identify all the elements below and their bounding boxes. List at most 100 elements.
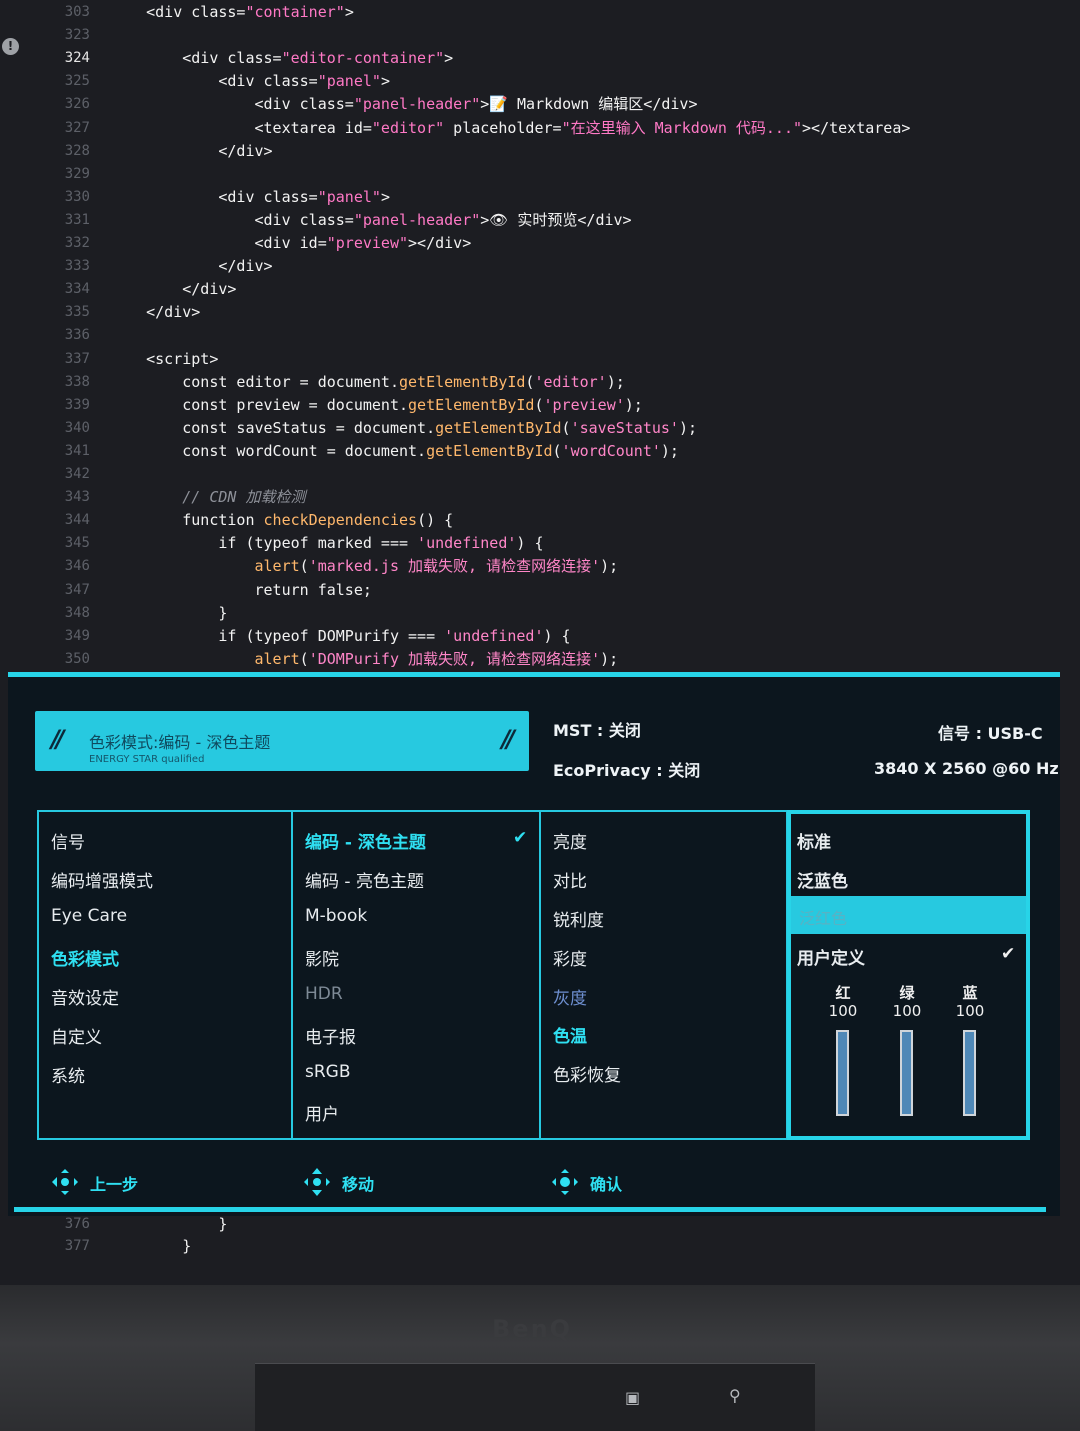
code-line[interactable]: 341 const wordCount = document.getElemen… — [0, 440, 1080, 463]
adjust-brightness[interactable]: 亮度 — [553, 828, 587, 858]
code-line[interactable]: 323 — [0, 24, 1080, 47]
line-number: 327 — [64, 119, 90, 136]
code-line[interactable]: 376 } — [0, 1213, 1080, 1236]
adjust-color-temp[interactable]: 色温 — [553, 1022, 587, 1052]
code-line[interactable]: 344 function checkDependencies() { — [0, 509, 1080, 532]
red-value: 100 — [828, 1002, 858, 1020]
red-label: 红 — [835, 984, 851, 1002]
code-line[interactable]: 346 alert('marked.js 加载失败, 请检查网络连接'); — [0, 555, 1080, 578]
line-number: 337 — [64, 350, 90, 367]
line-code: return false; — [110, 580, 372, 599]
temp-standard[interactable]: 标准 — [797, 828, 831, 858]
code-line[interactable]: 328 </div> — [0, 140, 1080, 163]
line-code: </div> — [110, 303, 201, 322]
temp-reddish: 泛红色 — [799, 909, 848, 928]
line-number: 377 — [64, 1238, 90, 1254]
code-line[interactable]: 330 <div class="panel"> — [0, 186, 1080, 209]
line-number: 339 — [64, 396, 90, 413]
line-number: 338 — [64, 373, 90, 390]
code-line[interactable]: 333 </div> — [0, 255, 1080, 278]
line-number: 325 — [64, 73, 90, 90]
slash-left-icon: // — [51, 725, 64, 753]
line-code: } — [110, 603, 228, 622]
menu-item-coding-enhance[interactable]: 编码增强模式 — [51, 867, 153, 897]
menu-item-signal[interactable]: 信号 — [51, 828, 85, 858]
display-mode-icon[interactable]: ▣ — [625, 1388, 640, 1407]
code-line[interactable]: 324 <div class="editor-container"> — [0, 47, 1080, 70]
code-line[interactable]: 347 return false; — [0, 579, 1080, 602]
line-code: alert('DOMPurify 加载失败, 请检查网络连接'); — [254, 649, 619, 668]
adjust-saturation[interactable]: 彩度 — [553, 945, 587, 975]
adjust-contrast[interactable]: 对比 — [553, 867, 587, 897]
adjust-color-reset[interactable]: 色彩恢复 — [553, 1061, 621, 1091]
line-code: alert('marked.js 加载失败, 请检查网络连接'); — [254, 557, 619, 576]
code-line[interactable]: 334 </div> — [0, 278, 1080, 301]
line-number: 329 — [64, 165, 90, 182]
checkmark-icon: ✔ — [513, 828, 528, 848]
joystick-icon[interactable]: ⚲ — [729, 1386, 741, 1405]
code-line[interactable]: 338 const editor = document.getElementBy… — [0, 371, 1080, 394]
temp-user-defined[interactable]: 用户定义 — [797, 944, 865, 974]
mode-srgb[interactable]: sRGB — [305, 1062, 351, 1092]
code-line[interactable]: 329 — [0, 163, 1080, 186]
monitor-stand: ▣ ⚲ — [255, 1363, 815, 1431]
code-line[interactable]: 377 } — [0, 1235, 1080, 1258]
adjust-sharpness[interactable]: 锐利度 — [553, 906, 604, 936]
line-number: 334 — [64, 281, 90, 298]
code-line[interactable]: 327 <textarea id="editor" placeholder="在… — [0, 117, 1080, 140]
green-slider[interactable] — [900, 1030, 913, 1116]
mode-coding-light[interactable]: 编码 - 亮色主题 — [305, 867, 424, 897]
menu-item-eye-care[interactable]: Eye Care — [51, 906, 127, 936]
code-line[interactable]: 348 } — [0, 602, 1080, 625]
line-number: 344 — [64, 512, 90, 529]
mode-epaper[interactable]: 电子报 — [305, 1023, 356, 1053]
line-number: 328 — [64, 142, 90, 159]
adjust-gamma: 灰度 — [553, 989, 587, 1009]
red-slider[interactable] — [836, 1030, 849, 1116]
code-line[interactable]: 337 <script> — [0, 348, 1080, 371]
code-line[interactable]: 336 — [0, 324, 1080, 347]
menu-item-custom[interactable]: 自定义 — [51, 1023, 102, 1053]
joystick-updown-icon — [304, 1168, 330, 1196]
line-code: <script> — [110, 349, 219, 368]
mode-hdr: HDR — [305, 984, 343, 1004]
resolution-status: 3840 X 2560 @60 Hz — [874, 759, 1059, 778]
line-number: 350 — [64, 650, 90, 667]
code-line[interactable]: 343 // CDN 加载检测 — [0, 486, 1080, 509]
line-code: if (typeof DOMPurify === 'undefined') { — [110, 626, 571, 645]
line-code: // CDN 加载检测 — [110, 488, 306, 507]
monitor-bezel: BenQ ▣ ⚲ — [0, 1285, 1080, 1431]
blue-value: 100 — [955, 1002, 985, 1020]
code-line[interactable]: 339 const preview = document.getElementB… — [0, 394, 1080, 417]
line-number: 349 — [64, 627, 90, 644]
blue-slider[interactable] — [963, 1030, 976, 1116]
code-line[interactable]: 332 <div id="preview"></div> — [0, 232, 1080, 255]
mode-coding-dark[interactable]: 编码 - 深色主题 — [305, 828, 426, 858]
blue-label: 蓝 — [962, 984, 978, 1002]
code-line[interactable]: 350 alert('DOMPurify 加载失败, 请检查网络连接'); — [0, 648, 1080, 671]
temp-bluish[interactable]: 泛蓝色 — [797, 867, 848, 897]
signal-status: 信号 : USB-C — [938, 724, 1043, 743]
temp-reddish-row[interactable]: 泛红色 — [791, 896, 1026, 934]
menu-item-system[interactable]: 系统 — [51, 1062, 85, 1092]
code-line[interactable]: 325 <div class="panel"> — [0, 70, 1080, 93]
menu-item-audio[interactable]: 音效设定 — [51, 984, 119, 1014]
code-line[interactable]: 345 if (typeof marked === 'undefined') { — [0, 532, 1080, 555]
mode-cinema[interactable]: 影院 — [305, 945, 339, 975]
mst-status: MST : 关闭 — [553, 721, 641, 740]
code-line[interactable]: 349 if (typeof DOMPurify === 'undefined'… — [0, 625, 1080, 648]
code-line[interactable]: 326 <div class="panel-header">📝 Markdown… — [0, 93, 1080, 116]
mode-user[interactable]: 用户 — [305, 1100, 339, 1130]
line-code: <div class="panel-header">📝 Markdown 编辑区… — [110, 95, 698, 114]
code-line[interactable]: 340 const saveStatus = document.getEleme… — [0, 417, 1080, 440]
joystick-press-icon — [552, 1169, 578, 1195]
code-line[interactable]: 331 <div class="panel-header">👁 实时预览</di… — [0, 209, 1080, 232]
line-number: 323 — [64, 27, 90, 44]
menu-item-color-mode[interactable]: 色彩模式 — [51, 945, 119, 975]
code-line[interactable]: 303 <div class="container"> — [0, 1, 1080, 24]
line-number: 324 — [64, 50, 90, 67]
code-line[interactable]: 335 </div> — [0, 301, 1080, 324]
line-number: 303 — [64, 4, 90, 20]
code-line[interactable]: 342 — [0, 463, 1080, 486]
mode-m-book[interactable]: M-book — [305, 906, 367, 936]
